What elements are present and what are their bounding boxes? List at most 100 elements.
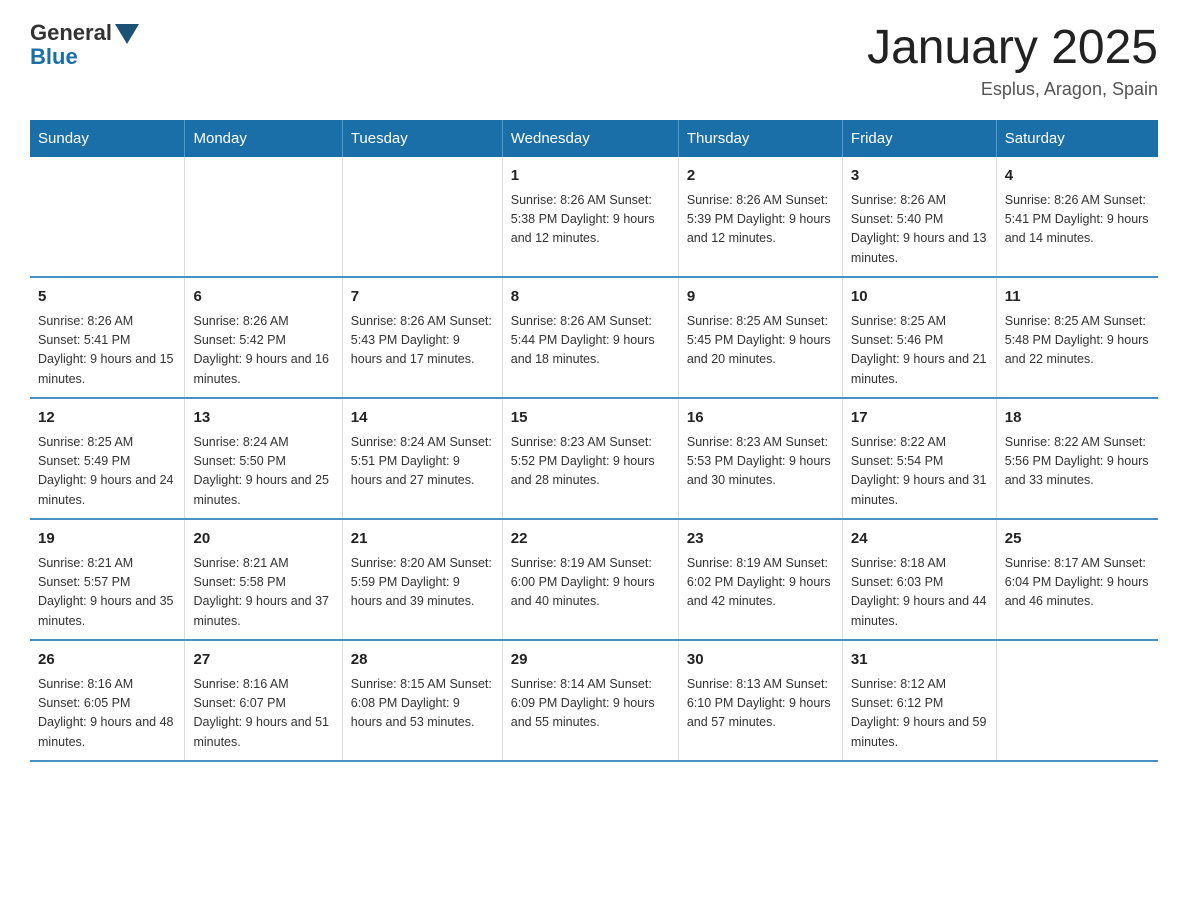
day-number: 4	[1005, 165, 1150, 188]
day-info: Sunrise: 8:22 AM Sunset: 5:54 PM Dayligh…	[851, 433, 988, 511]
day-number: 10	[851, 286, 988, 309]
day-number: 29	[511, 649, 670, 672]
logo-triangle-icon	[115, 24, 139, 44]
weekday-header-monday: Monday	[185, 120, 342, 157]
calendar-cell: 28 Sunrise: 8:15 AM Sunset: 6:08 PM Dayli…	[342, 640, 502, 761]
page-header: General Blue January 2025 Esplus, Aragon…	[30, 20, 1158, 100]
weekday-header-saturday: Saturday	[996, 120, 1158, 157]
day-info: Sunrise: 8:16 AM Sunset: 6:05 PM Dayligh…	[38, 675, 176, 753]
calendar-cell: 2 Sunrise: 8:26 AM Sunset: 5:39 PM Daylig…	[678, 157, 842, 277]
calendar-title: January 2025	[867, 20, 1158, 75]
day-number: 28	[351, 649, 494, 672]
day-number: 25	[1005, 528, 1150, 551]
calendar-cell: 18Sunrise: 8:22 AM Sunset: 5:56 PM Dayli…	[996, 398, 1158, 519]
day-info: Sunrise: 8:26 AM Sunset: 5:43 PM Dayligh…	[351, 312, 494, 370]
calendar-cell: 11 Sunrise: 8:25 AM Sunset: 5:48 PM Dayli…	[996, 277, 1158, 398]
calendar-week-row: 19Sunrise: 8:21 AM Sunset: 5:57 PM Dayli…	[30, 519, 1158, 640]
weekday-header-thursday: Thursday	[678, 120, 842, 157]
day-info: Sunrise: 8:23 AM Sunset: 5:52 PM Dayligh…	[511, 433, 670, 491]
calendar-cell: 1Sunrise: 8:26 AM Sunset: 5:38 PM Daylig…	[502, 157, 678, 277]
calendar-cell: 4 Sunrise: 8:26 AM Sunset: 5:41 PM Daylig…	[996, 157, 1158, 277]
logo-general-text: General	[30, 20, 112, 46]
calendar-cell	[342, 157, 502, 277]
calendar-cell: 30 Sunrise: 8:13 AM Sunset: 6:10 PM Dayli…	[678, 640, 842, 761]
calendar-week-row: 26 Sunrise: 8:16 AM Sunset: 6:05 PM Dayli…	[30, 640, 1158, 761]
calendar-cell: 31 Sunrise: 8:12 AM Sunset: 6:12 PM Dayli…	[842, 640, 996, 761]
calendar-subtitle: Esplus, Aragon, Spain	[867, 79, 1158, 100]
day-number: 26	[38, 649, 176, 672]
day-info: Sunrise: 8:13 AM Sunset: 6:10 PM Dayligh…	[687, 675, 834, 733]
weekday-row: SundayMondayTuesdayWednesdayThursdayFrid…	[30, 120, 1158, 157]
calendar-cell: 24 Sunrise: 8:18 AM Sunset: 6:03 PM Dayli…	[842, 519, 996, 640]
day-info: Sunrise: 8:18 AM Sunset: 6:03 PM Dayligh…	[851, 554, 988, 632]
calendar-cell: 21 Sunrise: 8:20 AM Sunset: 5:59 PM Dayli…	[342, 519, 502, 640]
calendar-cell: 26 Sunrise: 8:16 AM Sunset: 6:05 PM Dayli…	[30, 640, 185, 761]
calendar-cell: 16Sunrise: 8:23 AM Sunset: 5:53 PM Dayli…	[678, 398, 842, 519]
day-number: 15	[511, 407, 670, 430]
logo-blue-text: Blue	[30, 44, 139, 70]
day-info: Sunrise: 8:26 AM Sunset: 5:39 PM Dayligh…	[687, 191, 834, 249]
calendar-body: 1Sunrise: 8:26 AM Sunset: 5:38 PM Daylig…	[30, 157, 1158, 761]
day-number: 24	[851, 528, 988, 551]
day-number: 22	[511, 528, 670, 551]
weekday-header-sunday: Sunday	[30, 120, 185, 157]
day-number: 2	[687, 165, 834, 188]
day-info: Sunrise: 8:20 AM Sunset: 5:59 PM Dayligh…	[351, 554, 494, 612]
calendar-table: SundayMondayTuesdayWednesdayThursdayFrid…	[30, 120, 1158, 762]
calendar-cell: 14 Sunrise: 8:24 AM Sunset: 5:51 PM Dayli…	[342, 398, 502, 519]
logo: General Blue	[30, 20, 139, 70]
calendar-week-row: 5Sunrise: 8:26 AM Sunset: 5:41 PM Daylig…	[30, 277, 1158, 398]
calendar-cell: 8Sunrise: 8:26 AM Sunset: 5:44 PM Daylig…	[502, 277, 678, 398]
day-info: Sunrise: 8:15 AM Sunset: 6:08 PM Dayligh…	[351, 675, 494, 733]
day-number: 14	[351, 407, 494, 430]
day-info: Sunrise: 8:16 AM Sunset: 6:07 PM Dayligh…	[193, 675, 333, 753]
day-number: 16	[687, 407, 834, 430]
calendar-cell: 19Sunrise: 8:21 AM Sunset: 5:57 PM Dayli…	[30, 519, 185, 640]
calendar-cell: 22 Sunrise: 8:19 AM Sunset: 6:00 PM Dayli…	[502, 519, 678, 640]
day-number: 8	[511, 286, 670, 309]
calendar-cell: 10Sunrise: 8:25 AM Sunset: 5:46 PM Dayli…	[842, 277, 996, 398]
day-number: 20	[193, 528, 333, 551]
title-block: January 2025 Esplus, Aragon, Spain	[867, 20, 1158, 100]
weekday-header-wednesday: Wednesday	[502, 120, 678, 157]
day-number: 12	[38, 407, 176, 430]
calendar-week-row: 12Sunrise: 8:25 AM Sunset: 5:49 PM Dayli…	[30, 398, 1158, 519]
calendar-cell: 17 Sunrise: 8:22 AM Sunset: 5:54 PM Dayli…	[842, 398, 996, 519]
day-info: Sunrise: 8:24 AM Sunset: 5:51 PM Dayligh…	[351, 433, 494, 491]
weekday-header-friday: Friday	[842, 120, 996, 157]
day-number: 31	[851, 649, 988, 672]
day-number: 1	[511, 165, 670, 188]
day-number: 9	[687, 286, 834, 309]
calendar-cell	[30, 157, 185, 277]
day-info: Sunrise: 8:26 AM Sunset: 5:42 PM Dayligh…	[193, 312, 333, 390]
calendar-cell: 20 Sunrise: 8:21 AM Sunset: 5:58 PM Dayli…	[185, 519, 342, 640]
day-info: Sunrise: 8:25 AM Sunset: 5:45 PM Dayligh…	[687, 312, 834, 370]
day-info: Sunrise: 8:21 AM Sunset: 5:58 PM Dayligh…	[193, 554, 333, 632]
calendar-cell: 23 Sunrise: 8:19 AM Sunset: 6:02 PM Dayli…	[678, 519, 842, 640]
calendar-cell: 25Sunrise: 8:17 AM Sunset: 6:04 PM Dayli…	[996, 519, 1158, 640]
day-number: 11	[1005, 286, 1150, 309]
day-number: 21	[351, 528, 494, 551]
day-info: Sunrise: 8:19 AM Sunset: 6:00 PM Dayligh…	[511, 554, 670, 612]
day-number: 19	[38, 528, 176, 551]
day-number: 17	[851, 407, 988, 430]
day-number: 13	[193, 407, 333, 430]
calendar-cell: 7 Sunrise: 8:26 AM Sunset: 5:43 PM Daylig…	[342, 277, 502, 398]
day-number: 5	[38, 286, 176, 309]
day-info: Sunrise: 8:12 AM Sunset: 6:12 PM Dayligh…	[851, 675, 988, 753]
calendar-cell	[185, 157, 342, 277]
day-number: 30	[687, 649, 834, 672]
day-info: Sunrise: 8:25 AM Sunset: 5:48 PM Dayligh…	[1005, 312, 1150, 370]
calendar-cell: 13Sunrise: 8:24 AM Sunset: 5:50 PM Dayli…	[185, 398, 342, 519]
calendar-cell: 15 Sunrise: 8:23 AM Sunset: 5:52 PM Dayli…	[502, 398, 678, 519]
day-number: 27	[193, 649, 333, 672]
day-number: 6	[193, 286, 333, 309]
day-info: Sunrise: 8:19 AM Sunset: 6:02 PM Dayligh…	[687, 554, 834, 612]
day-number: 18	[1005, 407, 1150, 430]
day-info: Sunrise: 8:26 AM Sunset: 5:41 PM Dayligh…	[1005, 191, 1150, 249]
calendar-header: SundayMondayTuesdayWednesdayThursdayFrid…	[30, 120, 1158, 157]
day-number: 23	[687, 528, 834, 551]
day-info: Sunrise: 8:14 AM Sunset: 6:09 PM Dayligh…	[511, 675, 670, 733]
day-number: 7	[351, 286, 494, 309]
calendar-cell: 29 Sunrise: 8:14 AM Sunset: 6:09 PM Dayli…	[502, 640, 678, 761]
